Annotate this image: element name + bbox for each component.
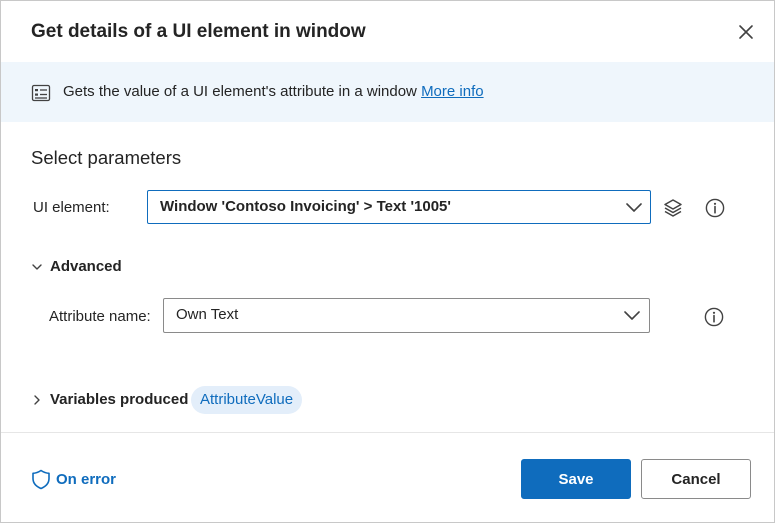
- dialog-title: Get details of a UI element in window: [31, 21, 366, 42]
- footer-divider: [1, 432, 774, 433]
- ui-element-value: Window 'Contoso Invoicing' > Text '1005': [160, 198, 451, 215]
- info-icon[interactable]: [703, 306, 725, 328]
- banner-text: Gets the value of a UI element's attribu…: [63, 83, 417, 100]
- save-button[interactable]: Save: [521, 459, 631, 499]
- dialog: Get details of a UI element in window Ge…: [0, 0, 775, 523]
- advanced-label: Advanced: [50, 258, 122, 275]
- cancel-button[interactable]: Cancel: [641, 459, 751, 499]
- ui-element-select[interactable]: Window 'Contoso Invoicing' > Text '1005': [147, 190, 651, 224]
- chevron-right-icon: [34, 395, 40, 405]
- more-info-link[interactable]: More info: [421, 83, 484, 100]
- ui-element-label: UI element:: [33, 199, 110, 216]
- banner-description: Gets the value of a UI element's attribu…: [63, 83, 484, 100]
- chevron-down-icon: [626, 203, 642, 212]
- attribute-name-value: Own Text: [176, 306, 239, 323]
- chevron-down-icon: [32, 264, 42, 270]
- attribute-name-select[interactable]: Own Text: [163, 298, 650, 333]
- layers-icon[interactable]: [662, 197, 684, 219]
- variable-chip[interactable]: AttributeValue: [191, 386, 303, 414]
- details-list-icon: [31, 84, 51, 102]
- attribute-name-label: Attribute name:: [49, 308, 151, 325]
- info-banner: Gets the value of a UI element's attribu…: [1, 62, 774, 122]
- close-icon: [739, 25, 753, 39]
- close-button[interactable]: [734, 20, 758, 44]
- chevron-down-icon: [624, 311, 640, 320]
- on-error-label: On error: [56, 471, 117, 488]
- shield-icon: [32, 469, 50, 490]
- variables-produced-label: Variables produced: [50, 391, 189, 408]
- info-icon[interactable]: [704, 197, 726, 219]
- section-title: Select parameters: [31, 147, 182, 168]
